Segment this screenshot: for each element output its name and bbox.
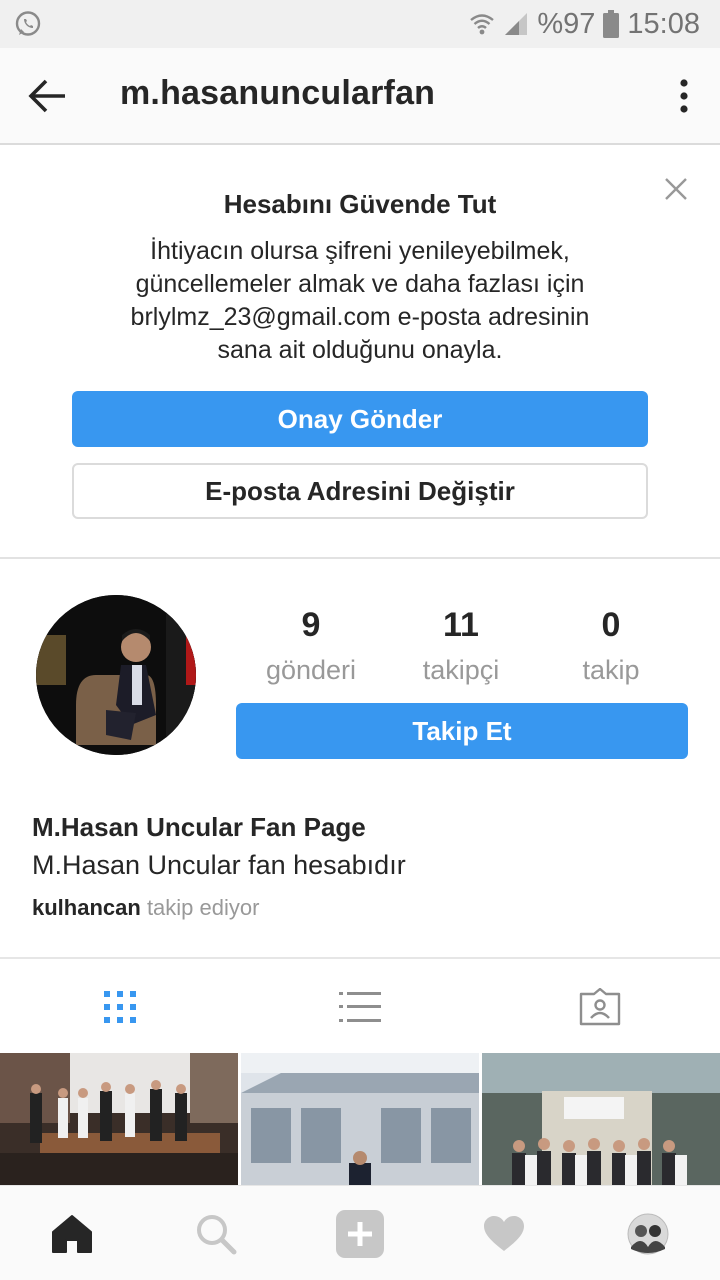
posts-grid xyxy=(0,1053,720,1185)
following-count: 0 xyxy=(601,606,621,644)
post-photo xyxy=(241,1053,479,1185)
profile-tabs xyxy=(0,957,720,1053)
following-label: takip xyxy=(582,655,640,685)
followed-by-suffix: takip ediyor xyxy=(146,895,260,920)
verify-line: İhtiyacın olursa şifreni yenileyebilmek, xyxy=(150,237,570,265)
tagged-icon xyxy=(579,988,621,1026)
nav-home[interactable] xyxy=(0,1186,144,1280)
search-icon xyxy=(197,1214,237,1254)
post-thumbnail[interactable] xyxy=(482,1053,720,1185)
post-thumbnail[interactable] xyxy=(241,1053,479,1185)
top-app-bar: m.hasanuncularfan xyxy=(0,48,720,145)
tab-grid[interactable] xyxy=(0,959,240,1055)
verify-email-card: Hesabını Güvende Tut İhtiyacın olursa şi… xyxy=(0,147,720,559)
grid-icon xyxy=(104,991,136,1023)
post-photo xyxy=(482,1053,720,1185)
verify-line: sana ait olduğunu onayla. xyxy=(217,336,503,364)
post-thumbnail[interactable] xyxy=(0,1053,238,1185)
posts-label: gönderi xyxy=(265,655,357,685)
signal-icon xyxy=(505,13,528,35)
follow-button[interactable]: Takip Et xyxy=(236,703,688,759)
profile-avatar[interactable] xyxy=(36,595,196,755)
wifi-icon xyxy=(470,14,495,35)
nav-add[interactable] xyxy=(288,1186,432,1280)
followers-count: 11 xyxy=(443,606,479,644)
followers-stat[interactable]: 11 takipçi xyxy=(386,600,536,690)
profile-display-name: M.Hasan Uncular Fan Page xyxy=(32,812,366,842)
followed-by-username[interactable]: kulhancan xyxy=(32,895,141,920)
verify-body: İhtiyacın olursa şifreni yenileyebilmek,… xyxy=(80,235,640,367)
list-icon xyxy=(339,992,381,1022)
followers-label: takipçi xyxy=(422,655,500,685)
change-email-button[interactable]: E-posta Adresini Değiştir xyxy=(72,463,648,519)
verify-title: Hesabını Güvende Tut xyxy=(223,189,497,219)
add-icon xyxy=(336,1209,384,1258)
followed-by: kulhancan takip ediyor xyxy=(32,895,259,921)
clock: 15:08 xyxy=(627,7,700,40)
heart-icon xyxy=(484,1215,524,1251)
post-photo xyxy=(0,1053,238,1185)
profile-username-title: m.hasanuncularfan xyxy=(120,74,436,112)
battery-icon xyxy=(603,10,620,38)
profile-avatar-icon xyxy=(627,1213,669,1254)
following-stat[interactable]: 0 takip xyxy=(536,600,686,690)
profile-bio: M.Hasan Uncular fan hesabıdır xyxy=(32,850,406,880)
tab-list[interactable] xyxy=(240,959,480,1055)
tab-tagged[interactable] xyxy=(480,959,720,1055)
posts-stat[interactable]: 9 gönderi xyxy=(236,600,386,690)
nav-profile[interactable] xyxy=(576,1186,720,1280)
home-icon xyxy=(52,1214,92,1253)
profile-photo xyxy=(36,595,196,755)
nav-activity[interactable] xyxy=(432,1186,576,1280)
posts-count: 9 xyxy=(301,606,321,644)
back-arrow-icon[interactable] xyxy=(28,78,68,114)
send-confirmation-button[interactable]: Onay Gönder xyxy=(72,391,648,447)
battery-percent: %97 xyxy=(537,7,596,40)
whatsapp-icon xyxy=(15,11,41,36)
more-vertical-icon[interactable] xyxy=(674,76,694,116)
verify-line: güncellemeler almak ve daha fazlası için xyxy=(135,270,585,298)
profile-stats: 9 gönderi 11 takipçi 0 takip xyxy=(236,600,688,700)
bottom-navigation xyxy=(0,1185,720,1280)
nav-search[interactable] xyxy=(144,1186,288,1280)
status-bar: %97 15:08 xyxy=(0,0,720,48)
verify-line: brlylmz_23@gmail.com e-posta adresinin xyxy=(130,303,590,331)
